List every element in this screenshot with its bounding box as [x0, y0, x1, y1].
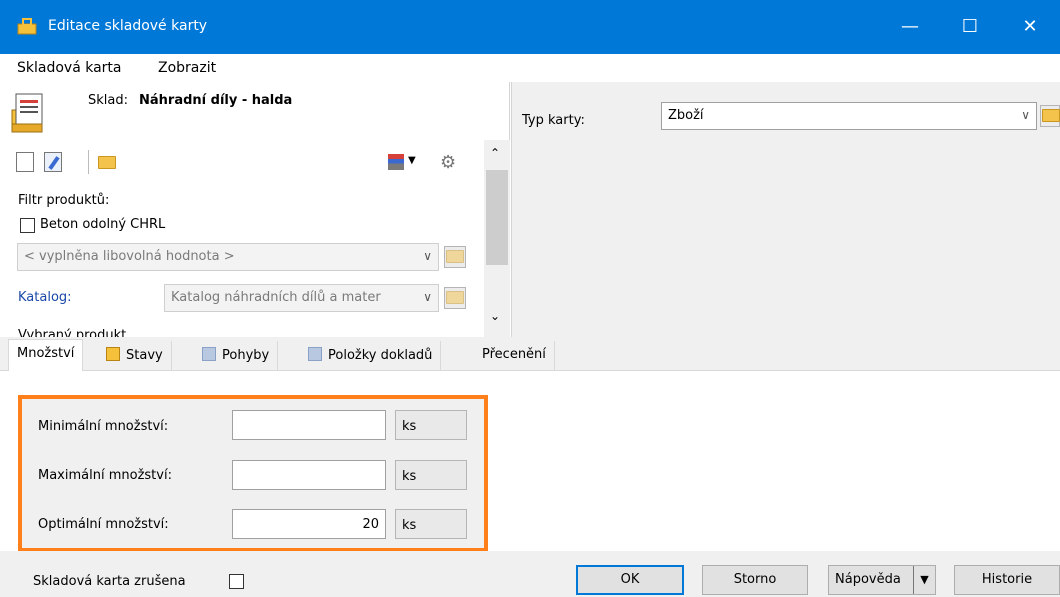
- vybrany-produkt-label: Vybraný produkt: [18, 328, 127, 337]
- folder-icon: [1042, 109, 1060, 122]
- filter-heading: Filtr produktů:: [18, 193, 110, 208]
- help-dropdown-icon[interactable]: ▼: [913, 566, 935, 594]
- maximize-button[interactable]: ☐: [940, 0, 1000, 54]
- toolbar-divider: [88, 150, 89, 174]
- menu-zobrazit[interactable]: Zobrazit: [158, 60, 216, 76]
- forklift-icon: [106, 347, 120, 361]
- history-button[interactable]: Historie: [954, 565, 1060, 595]
- documents-icon: [308, 347, 322, 361]
- beton-checkbox[interactable]: [20, 218, 35, 233]
- tab-polozky-dokladu[interactable]: Položky dokladů: [300, 341, 442, 371]
- menu-skladova-karta[interactable]: Skladová karta: [17, 60, 122, 76]
- opt-qty-unit: ks: [395, 509, 467, 539]
- cancelled-label: Skladová karta zrušena: [33, 574, 186, 589]
- warehouse-lock-icon: [16, 17, 38, 35]
- new-document-icon[interactable]: [16, 152, 34, 172]
- tab-label: Množství: [17, 346, 75, 361]
- tab-label: Položky dokladů: [328, 348, 433, 363]
- ok-label: OK: [620, 572, 640, 587]
- tab-stavy[interactable]: Stavy: [98, 341, 172, 371]
- open-folder-icon[interactable]: [98, 156, 116, 169]
- minimize-button[interactable]: —: [880, 0, 940, 54]
- beton-checkbox-label: Beton odolný CHRL: [40, 217, 166, 232]
- history-label: Historie: [981, 572, 1033, 587]
- max-qty-input[interactable]: [232, 460, 386, 490]
- scrollbar-thumb[interactable]: [486, 170, 508, 265]
- opt-qty-label: Optimální množství:: [38, 517, 169, 532]
- window-title: Editace skladové karty: [48, 18, 208, 34]
- sklad-label: Sklad:: [88, 93, 128, 108]
- katalog-browse-button[interactable]: [444, 287, 466, 309]
- gears-icon[interactable]: ⚙: [440, 152, 456, 173]
- typ-karty-combo[interactable]: Zboží ∨: [661, 102, 1037, 130]
- min-qty-input[interactable]: [232, 410, 386, 440]
- folder-icon: [446, 250, 464, 263]
- tab-mnozstvi[interactable]: Množství: [8, 339, 84, 372]
- sklad-value: Náhradní díly - halda: [139, 93, 293, 108]
- opt-qty-input[interactable]: 20: [232, 509, 386, 539]
- typ-karty-label: Typ karty:: [522, 113, 585, 128]
- product-browse-button[interactable]: [444, 246, 466, 268]
- tab-preceneni[interactable]: Přecenění: [474, 341, 555, 371]
- min-qty-unit: ks: [395, 410, 467, 440]
- help-split-button[interactable]: Nápověda ▼: [828, 565, 936, 595]
- ok-button[interactable]: OK: [576, 565, 684, 595]
- storno-button[interactable]: Storno: [702, 565, 808, 595]
- clipped-row: Vybraný produkt: [0, 321, 484, 337]
- combo-placeholder: < vyplněna libovolná hodnota >: [24, 249, 235, 264]
- tab-label: Stavy: [126, 348, 163, 363]
- help-label: Nápověda: [835, 572, 901, 587]
- chevron-down-icon: ∨: [1021, 108, 1030, 122]
- stock-card-icon: [8, 90, 54, 136]
- title-bar: Editace skladové karty — ☐ ✕: [0, 0, 1060, 54]
- katalog-combo[interactable]: Katalog náhradních dílů a mater ∨: [164, 284, 439, 312]
- edit-document-icon[interactable]: [44, 152, 62, 172]
- scroll-down-icon[interactable]: ⌄: [490, 309, 500, 323]
- tab-pohyby[interactable]: Pohyby: [194, 341, 279, 371]
- chevron-down-icon[interactable]: ▼: [408, 155, 416, 166]
- max-qty-label: Maximální množství:: [38, 468, 172, 483]
- scroll-up-icon[interactable]: ⌃: [490, 146, 500, 160]
- storno-label: Storno: [733, 572, 777, 587]
- folder-icon: [446, 291, 464, 304]
- max-qty-unit: ks: [395, 460, 467, 490]
- katalog-value: Katalog náhradních dílů a mater: [171, 290, 381, 305]
- close-button[interactable]: ✕: [1000, 0, 1060, 54]
- tab-label: Pohyby: [222, 348, 270, 363]
- chevron-down-icon: ∨: [423, 290, 432, 304]
- sort-list-icon[interactable]: [388, 154, 404, 170]
- product-value-combo[interactable]: < vyplněna libovolná hodnota > ∨: [17, 243, 439, 271]
- typ-karty-browse-button[interactable]: [1040, 105, 1060, 127]
- tab-label: Přecenění: [482, 347, 546, 362]
- cancelled-checkbox[interactable]: [229, 574, 244, 589]
- katalog-link[interactable]: Katalog:: [18, 290, 72, 305]
- documents-icon: [202, 347, 216, 361]
- typ-karty-value: Zboží: [668, 108, 704, 123]
- chevron-down-icon: ∨: [423, 249, 432, 263]
- min-qty-label: Minimální množství:: [38, 419, 169, 434]
